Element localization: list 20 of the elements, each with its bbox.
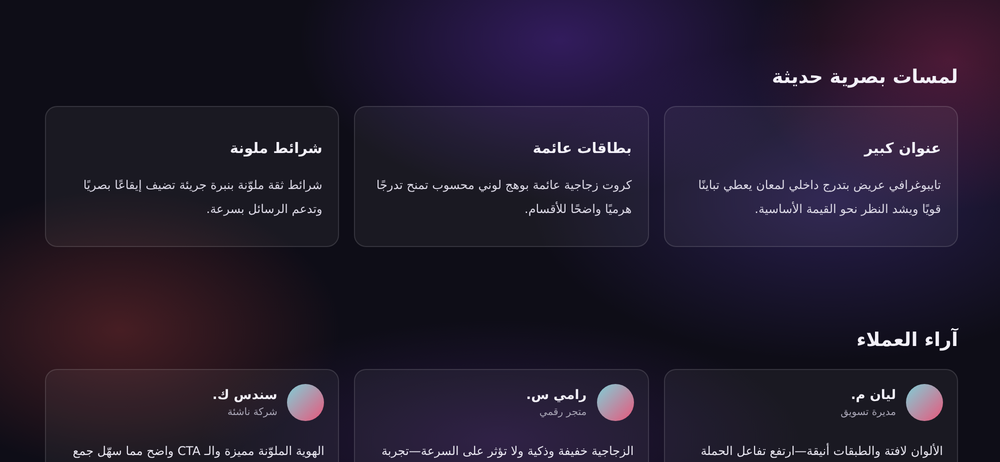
customer-role: متجر رقمي xyxy=(538,406,587,418)
customer-name: ليان م. xyxy=(850,388,896,402)
avatar xyxy=(596,384,634,421)
card-title: شرائط ملونة xyxy=(228,140,322,159)
testimonial-quote: الزجاجية خفيفة وذكية ولا تؤثر على السرعة—تجربة xyxy=(380,443,634,460)
customer-name: سندس ك. xyxy=(212,388,278,402)
avatar xyxy=(906,384,943,421)
section-heading: لمسات بصرية حديثة xyxy=(770,65,958,90)
customer-role: شركة ناشئة xyxy=(226,406,278,418)
card-text: كروت زجاجية عائمة بوهج لوني محسوب تمنح تدرجًا هرميًا واضحًا للأقسام. xyxy=(375,177,632,218)
customer-name: رامي س. xyxy=(526,388,587,402)
avatar xyxy=(287,384,324,421)
section-heading: آراء العملاء xyxy=(855,327,958,353)
testimonial-quote: الألوان لافتة والطبقات أنيقة—ارتفع تفاعل الحملة xyxy=(700,442,943,460)
card-text: تايبوغرافي عريض بتدرج داخلي لمعان يعطي تباينًا قويًا ويشد النظر نحو القيمة الأساسية. xyxy=(697,177,941,218)
card-title: بطاقات عائمة xyxy=(532,140,632,159)
card-text: شرائط ثقة ملوّنة بنبرة جريئة تضيف إيقاعًا بصريًا وتدعم الرسائل بسرعة. xyxy=(82,177,322,218)
testimonial-quote: الهوية الملوّنة مميزة والـ CTA واضح مما سهّل جمع xyxy=(72,443,324,460)
customer-role: مديرة تسويق xyxy=(840,406,896,418)
card-title: عنوان كبير xyxy=(862,140,941,159)
